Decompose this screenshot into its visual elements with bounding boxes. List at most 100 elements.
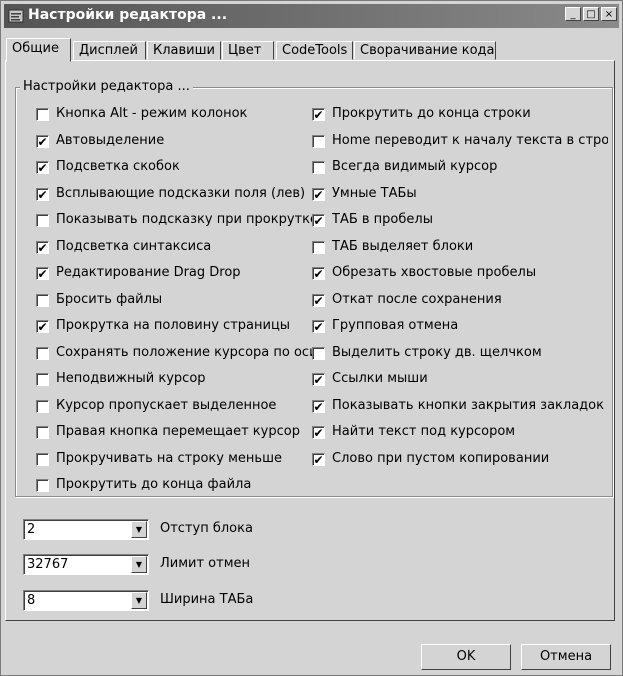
option-label: Ссылки мыши — [332, 371, 428, 386]
option-checkbox[interactable]: ✔ ТАБ в пробелы — [312, 212, 608, 230]
block-indent-combo[interactable]: 2 ▼ — [23, 519, 149, 540]
option-checkbox[interactable]: ✔ Показывать кнопки закрытия закладок — [312, 398, 608, 416]
option-checkbox[interactable]: ✔ Откат после сохранения — [312, 292, 608, 310]
unchecked-checkbox-icon[interactable] — [312, 161, 325, 174]
maximize-button[interactable]: □ — [583, 7, 599, 21]
option-label: Обрезать хвостовые пробелы — [332, 265, 537, 280]
option-checkbox[interactable]: ✔ Прокрутить до конца строки — [312, 106, 608, 124]
option-checkbox[interactable]: ✔ Слово при пустом копировании — [312, 451, 608, 469]
checked-checkbox-icon[interactable]: ✔ — [312, 452, 325, 466]
undo-limit-value: 32767 — [27, 557, 69, 572]
unchecked-checkbox-icon[interactable] — [312, 134, 325, 148]
option-label: Курсор пропускает выделенное — [56, 397, 277, 413]
option-checkbox[interactable]: Всегда видимый курсор — [312, 159, 608, 177]
tab-width-combo[interactable]: 8 ▼ — [23, 590, 149, 611]
checked-checkbox-icon[interactable]: ✔ — [36, 320, 49, 333]
option-checkbox[interactable]: Неподвижный курсор — [36, 371, 319, 389]
option-label: Автовыделение — [56, 132, 165, 148]
checked-checkbox-icon[interactable]: ✔ — [36, 267, 49, 280]
group-title: Настройки редактора ... — [20, 79, 193, 94]
cancel-button[interactable]: Отмена — [521, 644, 611, 670]
checked-checkbox-icon[interactable]: ✔ — [312, 214, 325, 227]
option-label: Home переводит к началу текста в строке — [332, 132, 608, 148]
tab-code-folding[interactable]: Сворачивание кода — [354, 41, 496, 60]
unchecked-checkbox-icon[interactable] — [36, 293, 49, 307]
option-checkbox[interactable]: Сохранять положение курсора по оси X — [36, 345, 319, 363]
checked-checkbox-icon[interactable]: ✔ — [312, 187, 325, 201]
close-button[interactable]: × — [601, 7, 617, 21]
option-label: Выделить строку дв. щелчком — [332, 344, 542, 360]
ok-button[interactable]: OK — [421, 644, 511, 670]
option-checkbox[interactable]: Прокрутить до конца файла — [36, 477, 319, 495]
option-checkbox[interactable]: ✔ Найти текст под курсором — [312, 424, 608, 442]
checked-checkbox-icon[interactable]: ✔ — [312, 293, 325, 307]
option-label: Сохранять положение курсора по оси X — [56, 344, 319, 360]
dropdown-arrow-icon[interactable]: ▼ — [131, 521, 147, 538]
option-checkbox[interactable]: Бросить файлы — [36, 292, 319, 310]
option-checkbox[interactable]: ✔ Редактирование Drag Drop — [36, 265, 319, 283]
unchecked-checkbox-icon[interactable] — [36, 108, 49, 121]
option-checkbox[interactable]: Кнопка Alt - режим колонок — [36, 106, 319, 124]
option-checkbox[interactable]: Курсор пропускает выделенное — [36, 398, 319, 416]
dropdown-arrow-icon[interactable]: ▼ — [131, 556, 147, 573]
option-label: Прокрутка на половину страницы — [56, 318, 291, 333]
title-bar[interactable]: Настройки редактора ... _ □ × — [4, 4, 619, 28]
checked-checkbox-icon[interactable]: ✔ — [36, 187, 49, 201]
unchecked-checkbox-icon[interactable] — [36, 373, 49, 386]
tab-codetools[interactable]: CodeTools — [276, 41, 353, 60]
option-label: Показывать кнопки закрытия закладок — [332, 397, 604, 413]
tab-width-value: 8 — [27, 593, 36, 608]
unchecked-checkbox-icon[interactable] — [36, 346, 49, 360]
option-label: Кнопка Alt - режим колонок — [56, 106, 248, 121]
checked-checkbox-icon[interactable]: ✔ — [312, 399, 325, 413]
option-checkbox[interactable]: Показывать подсказку при прокрутке — [36, 212, 319, 230]
option-label: Прокрутить до конца строки — [332, 106, 531, 121]
option-checkbox[interactable]: Home переводит к началу текста в строке — [312, 133, 608, 151]
option-checkbox[interactable]: ✔ Умные ТАБы — [312, 186, 608, 204]
option-checkbox[interactable]: ✔ Подсветка синтаксиса — [36, 239, 319, 257]
option-checkbox[interactable]: ✔ Автовыделение — [36, 133, 319, 151]
option-checkbox[interactable]: ✔ Групповая отмена — [312, 318, 608, 336]
block-indent-value: 2 — [27, 522, 36, 537]
option-checkbox[interactable]: Прокручивать на строку меньше — [36, 451, 319, 469]
checked-checkbox-icon[interactable]: ✔ — [312, 267, 325, 280]
unchecked-checkbox-icon[interactable] — [312, 346, 325, 360]
block-indent-label: Отступ блока — [160, 521, 253, 536]
tab-keys[interactable]: Клавиши — [147, 41, 221, 60]
option-checkbox[interactable]: Выделить строку дв. щелчком — [312, 345, 608, 363]
option-label: Правая кнопка перемещает курсор — [56, 424, 300, 439]
checked-checkbox-icon[interactable]: ✔ — [36, 240, 49, 254]
option-label: ТАБ выделяет блоки — [332, 238, 474, 254]
undo-limit-combo[interactable]: 32767 ▼ — [23, 554, 149, 575]
option-checkbox[interactable]: ✔ Подсветка скобок — [36, 159, 319, 177]
unchecked-checkbox-icon[interactable] — [36, 426, 49, 439]
tab-general[interactable]: Общие — [6, 38, 71, 62]
option-checkbox[interactable]: ТАБ выделяет блоки — [312, 239, 608, 257]
tab-display[interactable]: Дисплей — [73, 41, 146, 60]
option-checkbox[interactable]: ✔ Ссылки мыши — [312, 371, 608, 389]
unchecked-checkbox-icon[interactable] — [36, 479, 49, 492]
option-checkbox[interactable]: ✔ Всплывающие подсказки поля (лев) — [36, 186, 319, 204]
checked-checkbox-icon[interactable]: ✔ — [36, 134, 49, 148]
checked-checkbox-icon[interactable]: ✔ — [312, 108, 325, 121]
option-checkbox[interactable]: Правая кнопка перемещает курсор — [36, 424, 319, 442]
option-checkbox[interactable]: ✔ Прокрутка на половину страницы — [36, 318, 319, 336]
dropdown-arrow-icon[interactable]: ▼ — [131, 592, 147, 609]
unchecked-checkbox-icon[interactable] — [36, 399, 49, 413]
option-label: Откат после сохранения — [332, 291, 502, 307]
undo-limit-label: Лимит отмен — [160, 556, 251, 571]
window-title: Настройки редактора ... — [28, 7, 228, 23]
unchecked-checkbox-icon[interactable] — [312, 240, 325, 254]
option-checkbox[interactable]: ✔ Обрезать хвостовые пробелы — [312, 265, 608, 283]
checked-checkbox-icon[interactable]: ✔ — [312, 320, 325, 333]
option-label: Показывать подсказку при прокрутке — [56, 212, 318, 227]
checked-checkbox-icon[interactable]: ✔ — [36, 161, 49, 174]
unchecked-checkbox-icon[interactable] — [36, 214, 49, 227]
unchecked-checkbox-icon[interactable] — [36, 452, 49, 466]
checked-checkbox-icon[interactable]: ✔ — [312, 426, 325, 439]
option-label: Групповая отмена — [332, 318, 459, 333]
tab-color[interactable]: Цвет — [222, 41, 274, 60]
checked-checkbox-icon[interactable]: ✔ — [312, 373, 325, 386]
minimize-button[interactable]: _ — [565, 7, 581, 21]
option-label: ТАБ в пробелы — [332, 212, 433, 227]
